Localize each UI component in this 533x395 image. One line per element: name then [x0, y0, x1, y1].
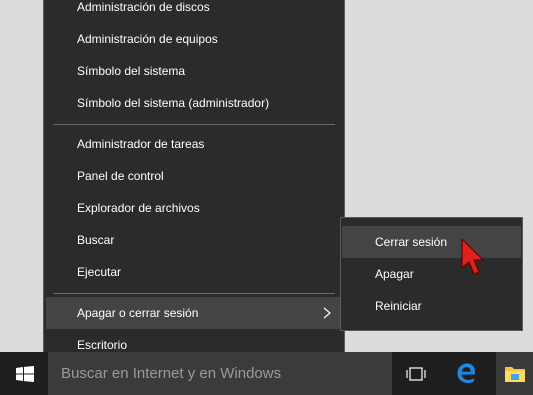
- task-view-button[interactable]: [398, 352, 434, 395]
- menu-item-label: Administración de discos: [77, 0, 210, 14]
- menu-item-computer-management[interactable]: Administración de equipos: [44, 23, 344, 55]
- menu-item-command-prompt[interactable]: Símbolo del sistema: [44, 55, 344, 87]
- edge-icon: [457, 363, 475, 383]
- menu-item-label: Explorador de archivos: [77, 201, 200, 215]
- search-placeholder: Buscar en Internet y en Windows: [61, 365, 282, 382]
- menu-item-shutdown-signout[interactable]: Apagar o cerrar sesión: [46, 297, 343, 329]
- menu-separator: [53, 293, 335, 294]
- submenu-item-label: Cerrar sesión: [375, 235, 448, 249]
- submenu-item-sign-out[interactable]: Cerrar sesión: [342, 226, 521, 258]
- menu-item-label: Símbolo del sistema: [77, 64, 186, 78]
- taskbar-search-box[interactable]: Buscar en Internet y en Windows: [48, 352, 392, 395]
- submenu-item-label: Apagar: [375, 267, 414, 281]
- task-view-icon: [406, 367, 426, 381]
- submenu-item-shut-down[interactable]: Apagar: [342, 258, 521, 290]
- power-user-menu: Administración de discos Administración …: [43, 0, 345, 358]
- file-explorer-taskbar-button[interactable]: [496, 352, 533, 395]
- submenu-item-restart[interactable]: Reiniciar: [342, 290, 521, 322]
- menu-item-disk-management[interactable]: Administración de discos: [44, 0, 344, 23]
- menu-item-label: Apagar o cerrar sesión: [77, 306, 199, 320]
- menu-item-command-prompt-admin[interactable]: Símbolo del sistema (administrador): [44, 87, 344, 119]
- submenu-item-label: Reiniciar: [375, 299, 422, 313]
- menu-item-label: Buscar: [77, 233, 115, 247]
- menu-item-label: Ejecutar: [77, 265, 122, 279]
- menu-separator: [53, 124, 335, 125]
- start-button[interactable]: [0, 352, 48, 395]
- chevron-right-icon: [323, 307, 331, 319]
- mouse-pointer-icon: [461, 238, 484, 275]
- menu-item-label: Panel de control: [77, 169, 164, 183]
- edge-taskbar-button[interactable]: [446, 352, 486, 395]
- menu-item-label: Símbolo del sistema (administrador): [77, 96, 270, 110]
- taskbar: Buscar en Internet y en Windows: [0, 352, 533, 395]
- menu-item-control-panel[interactable]: Panel de control: [44, 160, 344, 192]
- menu-item-label: Administrador de tareas: [77, 137, 205, 151]
- shutdown-submenu: Cerrar sesión Apagar Reiniciar: [340, 217, 523, 331]
- menu-item-label: Administración de equipos: [77, 32, 218, 46]
- menu-item-search[interactable]: Buscar: [44, 224, 344, 256]
- menu-item-task-manager[interactable]: Administrador de tareas: [44, 128, 344, 160]
- file-explorer-icon: [505, 367, 525, 382]
- windows-logo-icon: [16, 366, 34, 382]
- menu-item-label: Escritorio: [77, 338, 128, 352]
- menu-item-file-explorer[interactable]: Explorador de archivos: [44, 192, 344, 224]
- menu-item-run[interactable]: Ejecutar: [44, 256, 344, 288]
